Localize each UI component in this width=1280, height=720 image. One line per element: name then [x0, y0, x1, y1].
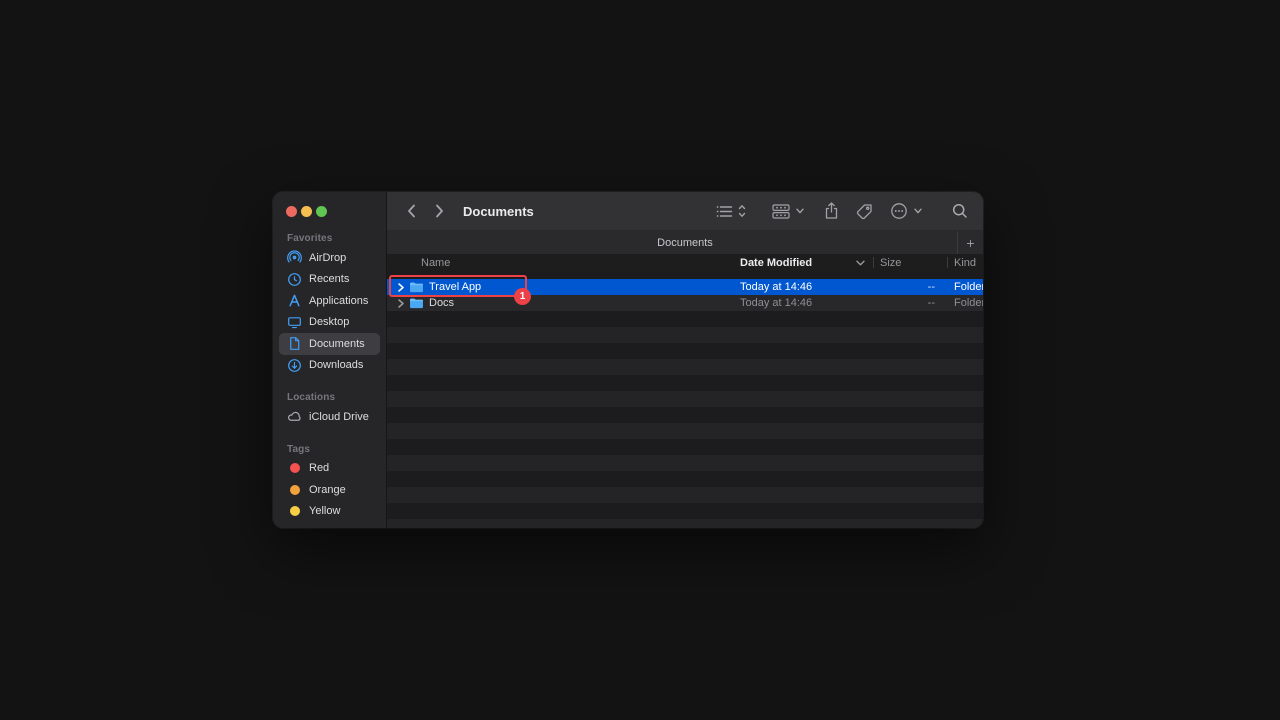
window-title: Documents — [463, 204, 534, 219]
share-button[interactable] — [824, 198, 839, 224]
chevron-right-icon — [435, 204, 444, 218]
folder-icon — [409, 281, 424, 293]
yellow-tag-icon — [287, 504, 302, 519]
disclosure-chevron-icon[interactable] — [396, 299, 406, 308]
airdrop-icon — [287, 250, 302, 265]
name-cell: Docs — [387, 295, 737, 311]
date-modified-cell: Today at 14:46 — [740, 281, 870, 293]
sort-chevron-icon — [856, 254, 865, 271]
size-cell: -- — [873, 281, 935, 293]
file-list: Travel App Today at 14:46 -- Folder Docs — [387, 271, 983, 528]
cloud-icon — [287, 409, 302, 424]
chevron-down-icon — [796, 208, 804, 214]
chevron-down-icon — [914, 208, 922, 214]
column-header-name[interactable]: Name — [421, 254, 450, 271]
downloads-icon — [287, 358, 302, 373]
table-row-travel-app[interactable]: Travel App Today at 14:46 -- Folder — [387, 279, 983, 295]
search-button[interactable] — [952, 198, 968, 224]
documents-icon — [287, 336, 302, 351]
red-tag-icon — [287, 461, 302, 476]
column-headers: Name Date Modified Size Kind — [387, 254, 983, 271]
sidebar-item-documents[interactable]: Documents — [279, 333, 380, 355]
sidebar-item-airdrop[interactable]: AirDrop — [279, 247, 380, 269]
applications-icon — [287, 293, 302, 308]
name-cell: Travel App — [387, 279, 737, 295]
kind-cell: Folder — [954, 281, 983, 293]
view-selector-button[interactable] — [716, 198, 746, 224]
sidebar-item-label: Desktop — [309, 316, 349, 328]
search-icon — [952, 203, 968, 219]
toolbar: Documents — [387, 192, 983, 230]
column-divider[interactable] — [873, 257, 874, 268]
sidebar-section-locations: Locations — [287, 392, 386, 403]
sidebar-item-label: Recents — [309, 273, 349, 285]
sidebar-item-tag-orange[interactable]: Orange — [279, 479, 380, 501]
empty-list-area[interactable] — [387, 311, 983, 528]
minimize-window-button[interactable] — [301, 206, 312, 217]
sidebar-item-downloads[interactable]: Downloads — [279, 355, 380, 377]
group-by-button[interactable] — [772, 198, 804, 224]
group-view-icon — [772, 204, 790, 219]
chevron-left-icon — [407, 204, 416, 218]
desktop-icon — [287, 315, 302, 330]
new-tab-button[interactable]: + — [957, 231, 983, 255]
folder-icon — [409, 297, 424, 309]
zoom-window-button[interactable] — [316, 206, 327, 217]
sidebar-item-tag-red[interactable]: Red — [279, 458, 380, 480]
file-name: Travel App — [429, 281, 481, 293]
sidebar-item-label: Downloads — [309, 359, 363, 371]
sidebar-item-label: Green — [309, 527, 340, 528]
kind-cell: Folder — [954, 297, 983, 309]
sidebar-item-label: Orange — [309, 484, 346, 496]
sidebar-item-label: Documents — [309, 338, 365, 350]
orange-tag-icon — [287, 482, 302, 497]
more-ellipsis-icon — [890, 202, 908, 220]
sidebar-item-recents[interactable]: Recents — [279, 269, 380, 291]
sidebar-item-label: AirDrop — [309, 252, 346, 264]
tag-icon — [856, 203, 873, 220]
sidebar-item-label: Applications — [309, 295, 368, 307]
sidebar-item-label: Yellow — [309, 505, 340, 517]
back-button[interactable] — [399, 199, 423, 223]
forward-button[interactable] — [427, 199, 451, 223]
recents-icon — [287, 272, 302, 287]
disclosure-chevron-icon[interactable] — [396, 283, 406, 292]
more-actions-button[interactable] — [890, 198, 922, 224]
sidebar-item-desktop[interactable]: Desktop — [279, 312, 380, 334]
sidebar-section-tags: Tags — [287, 444, 386, 455]
sidebar: Favorites AirDrop Recents Applicati — [273, 192, 387, 528]
list-view-icon — [716, 205, 733, 218]
share-icon — [824, 202, 839, 220]
file-name: Docs — [429, 297, 454, 309]
up-down-chevrons-icon — [738, 204, 746, 218]
window-controls — [273, 205, 386, 217]
annotation-step-badge: 1 — [514, 288, 531, 305]
toolbar-icons — [716, 198, 983, 224]
column-divider[interactable] — [947, 257, 948, 268]
tab-documents[interactable]: Documents — [657, 237, 713, 249]
tab-bar: Documents + — [387, 230, 983, 255]
sidebar-item-tag-green[interactable]: Green — [279, 522, 380, 528]
green-tag-icon — [287, 525, 302, 528]
column-header-size[interactable]: Size — [880, 254, 901, 271]
close-window-button[interactable] — [286, 206, 297, 217]
size-cell: -- — [873, 297, 935, 309]
date-modified-cell: Today at 14:46 — [740, 297, 870, 309]
column-header-date-modified[interactable]: Date Modified — [740, 254, 812, 271]
sidebar-section-favorites: Favorites — [287, 233, 386, 244]
table-row-docs[interactable]: Docs Today at 14:46 -- Folder — [387, 295, 983, 311]
sidebar-item-label: iCloud Drive — [309, 411, 369, 423]
column-header-kind[interactable]: Kind — [954, 254, 976, 271]
sidebar-item-label: Red — [309, 462, 329, 474]
sidebar-item-tag-yellow[interactable]: Yellow — [279, 501, 380, 523]
finder-window: Favorites AirDrop Recents Applicati — [273, 192, 983, 528]
sidebar-item-icloud-drive[interactable]: iCloud Drive — [279, 406, 380, 428]
tags-button[interactable] — [856, 198, 873, 224]
finder-content: Documents — [387, 192, 983, 528]
sidebar-item-applications[interactable]: Applications — [279, 290, 380, 312]
